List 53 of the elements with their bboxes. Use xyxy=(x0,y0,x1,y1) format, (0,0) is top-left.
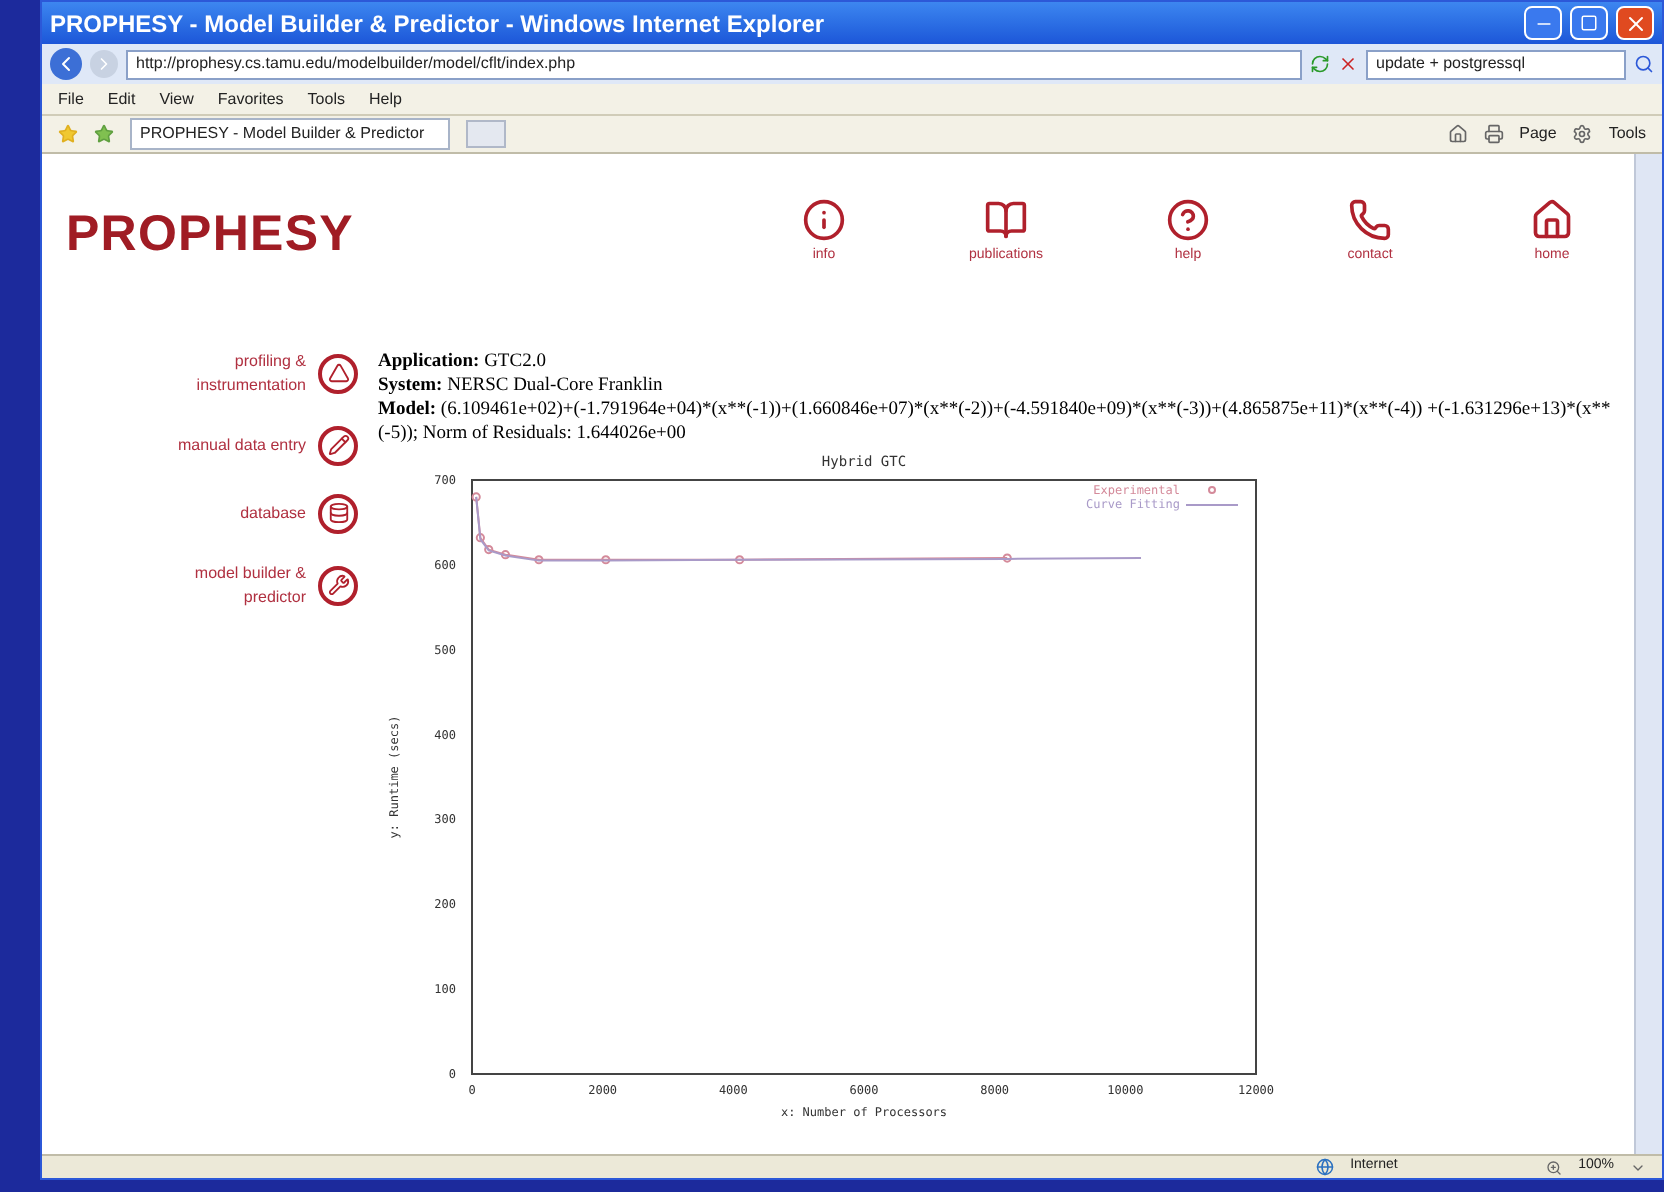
menu-item[interactable]: View xyxy=(159,87,194,111)
wrench-icon[interactable] xyxy=(318,565,358,605)
data-point xyxy=(500,549,511,559)
info-line: Application: GTC2.0 xyxy=(378,349,548,373)
window-title: PROPHESY - Model Builder & Predictor - Windows Internet Explorer xyxy=(50,7,827,41)
search-field[interactable]: update + postgressql xyxy=(1366,49,1626,79)
menu-item[interactable]: Edit xyxy=(107,87,136,111)
site-logo: PROPHESY xyxy=(66,204,356,266)
home-icon[interactable] xyxy=(1447,124,1468,144)
side-nav-link[interactable]: database xyxy=(146,501,306,525)
data-point xyxy=(1002,552,1012,562)
back-button[interactable] xyxy=(50,48,82,80)
page-menu[interactable]: Page xyxy=(1519,122,1557,146)
info-line: System: NERSC Dual-Core Franklin xyxy=(378,373,665,397)
data-point xyxy=(471,491,481,501)
menu-item[interactable]: File xyxy=(58,87,84,111)
settings-icon[interactable] xyxy=(1572,124,1593,144)
refresh-icon[interactable] xyxy=(1310,54,1330,74)
side-nav-link[interactable]: model builder & predictor xyxy=(146,561,306,609)
side-nav-link[interactable]: manual data entry xyxy=(146,433,306,457)
favorites-star-icon[interactable] xyxy=(58,124,78,144)
database-icon[interactable] xyxy=(318,493,358,533)
tools-menu[interactable]: Tools xyxy=(1608,122,1646,146)
help-icon[interactable] xyxy=(1166,198,1210,242)
close-icon xyxy=(1623,11,1647,35)
home-icon[interactable] xyxy=(1530,198,1574,242)
close-button[interactable] xyxy=(1616,6,1654,40)
data-point xyxy=(601,554,611,564)
legend-line xyxy=(1186,503,1238,505)
menu-item[interactable]: Favorites xyxy=(217,87,284,111)
add-favorite-icon[interactable] xyxy=(94,124,114,144)
search-icon[interactable] xyxy=(1634,54,1654,74)
browser-tab[interactable]: PROPHESY - Model Builder & Predictor xyxy=(130,118,450,150)
pencil-icon[interactable] xyxy=(318,425,358,465)
data-point xyxy=(735,554,745,564)
side-nav-link[interactable]: profiling & instrumentation xyxy=(146,349,306,397)
info-line: Model: (6.109461e+02)+(-1.791964e+04)*(x**(-1))+(1.660846e+07)*(x**(-2))+(-4.591840e+09)*(x**(-3))+(4.865875e+11)*(x**(-4)) +(-1.631296e+13)*(x**(-5)); Norm of Residuals: 1.644026e+00 xyxy=(378,397,1613,445)
maximize-button[interactable] xyxy=(1570,6,1608,40)
print-icon[interactable] xyxy=(1483,124,1504,144)
info-icon[interactable] xyxy=(802,198,846,242)
phone-icon[interactable] xyxy=(1348,198,1392,242)
data-point xyxy=(534,554,544,564)
scrollbar[interactable] xyxy=(1634,154,1662,1154)
legend-marker xyxy=(1208,486,1216,494)
stop-icon[interactable] xyxy=(1338,54,1358,74)
book-icon[interactable] xyxy=(984,198,1028,242)
maximize-icon xyxy=(1580,14,1598,32)
menu-item[interactable]: Help xyxy=(368,87,402,111)
menu-item[interactable]: Tools xyxy=(307,87,345,111)
globe-icon xyxy=(1316,1158,1335,1176)
minimize-button[interactable] xyxy=(1524,6,1562,40)
zoom-icon[interactable] xyxy=(1546,1159,1563,1175)
address-field[interactable]: http://prophesy.cs.tamu.edu/modelbuilder/model/cflt/index.php xyxy=(126,49,1302,79)
